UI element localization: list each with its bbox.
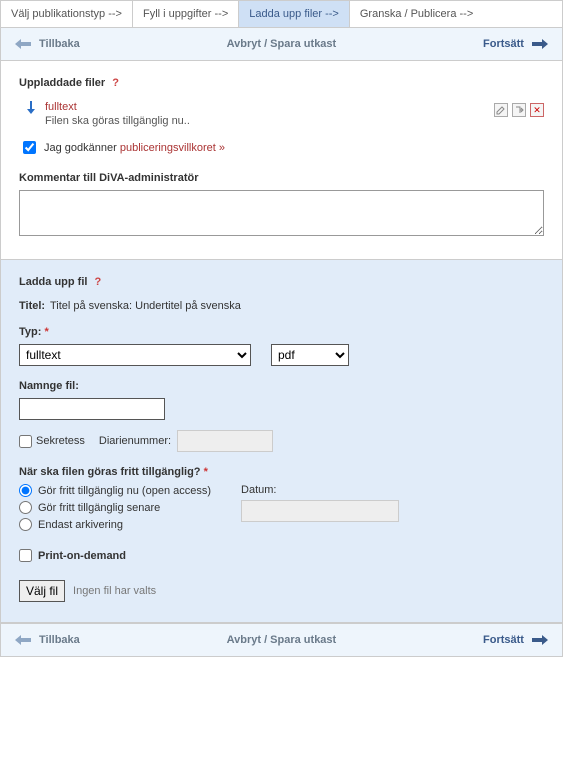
- publishing-terms-link[interactable]: publiceringsvillkoret: [120, 142, 216, 154]
- uploaded-file-row: fulltext Filen ska göras tillgänglig nu.…: [25, 101, 544, 127]
- file-name-link[interactable]: fulltext: [45, 101, 190, 113]
- arrow-right-icon: [532, 635, 548, 645]
- help-icon[interactable]: ?: [95, 276, 102, 288]
- edit-icon[interactable]: [494, 103, 508, 117]
- print-on-demand-label: Print-on-demand: [38, 550, 126, 562]
- back-label-bottom: Tillbaka: [39, 634, 80, 646]
- avail-archive-radio[interactable]: [19, 518, 32, 531]
- avail-later-radio[interactable]: [19, 501, 32, 514]
- back-button-bottom[interactable]: Tillbaka: [15, 634, 80, 646]
- wizard-tabs: Välj publikationstyp --> Fyll i uppgifte…: [1, 1, 562, 28]
- upload-form-panel: Ladda upp fil ? Titel: Titel på svenska:…: [1, 260, 562, 623]
- agree-text: Jag godkänner: [44, 142, 120, 154]
- filename-input[interactable]: [19, 398, 165, 420]
- cancel-save-draft-bottom[interactable]: Avbryt / Spara utkast: [227, 634, 337, 646]
- help-icon[interactable]: ?: [112, 77, 119, 89]
- no-file-chosen-text: Ingen fil har valts: [71, 585, 156, 597]
- comment-label: Kommentar till DiVA-administratör: [19, 172, 544, 184]
- uploaded-files-panel: Uppladdade filer ? fulltext Filen ska gö…: [1, 61, 562, 260]
- title-label: Titel:: [19, 300, 45, 312]
- continue-button[interactable]: Fortsätt: [483, 38, 548, 50]
- required-marker: *: [44, 326, 48, 338]
- continue-button-bottom[interactable]: Fortsätt: [483, 634, 548, 646]
- choose-file-button[interactable]: Välj fil: [19, 580, 65, 602]
- print-on-demand-checkbox[interactable]: [19, 549, 32, 562]
- sekretess-checkbox[interactable]: [19, 435, 32, 448]
- uploaded-files-heading: Uppladdade filer: [19, 77, 105, 89]
- type-label: Typ:: [19, 326, 41, 338]
- sekretess-label: Sekretess: [36, 435, 85, 447]
- required-marker: *: [204, 466, 208, 478]
- agree-checkbox[interactable]: [23, 141, 36, 154]
- availability-label: När ska filen göras fritt tillgänglig?: [19, 466, 201, 478]
- date-input[interactable]: [241, 500, 399, 522]
- continue-label: Fortsätt: [483, 38, 524, 50]
- avail-now-label: Gör fritt tillgänglig nu (open access): [38, 485, 211, 497]
- comment-textarea[interactable]: [19, 190, 544, 236]
- avail-archive-label: Endast arkivering: [38, 519, 123, 531]
- upload-file-heading: Ladda upp fil: [19, 276, 87, 288]
- file-status-text: Filen ska göras tillgänglig nu..: [45, 115, 190, 127]
- filename-label: Namnge fil:: [19, 380, 544, 392]
- avail-later-label: Gör fritt tillgänglig senare: [38, 502, 160, 514]
- navbar-bottom: Tillbaka Avbryt / Spara utkast Fortsätt: [1, 623, 562, 656]
- cancel-save-draft[interactable]: Avbryt / Spara utkast: [227, 38, 337, 50]
- diarienummer-label: Diarienummer:: [99, 435, 171, 447]
- back-label: Tillbaka: [39, 38, 80, 50]
- avail-now-radio[interactable]: [19, 484, 32, 497]
- date-label: Datum:: [241, 484, 399, 496]
- back-button[interactable]: Tillbaka: [15, 38, 80, 50]
- arrow-left-icon: [15, 39, 31, 49]
- continue-label-bottom: Fortsätt: [483, 634, 524, 646]
- diarienummer-input[interactable]: [177, 430, 273, 452]
- tab-upload-files[interactable]: Ladda upp filer -->: [239, 1, 350, 27]
- raquo-icon: »: [216, 142, 225, 154]
- move-icon[interactable]: [512, 103, 526, 117]
- delete-icon[interactable]: ✕: [530, 103, 544, 117]
- type-select[interactable]: fulltext: [19, 344, 251, 366]
- tab-fill-details[interactable]: Fyll i uppgifter -->: [133, 1, 239, 27]
- download-icon: [25, 101, 37, 118]
- title-value: Titel på svenska: Undertitel på svenska: [50, 300, 241, 312]
- arrow-left-icon: [15, 635, 31, 645]
- tab-publication-type[interactable]: Välj publikationstyp -->: [1, 1, 133, 27]
- format-select[interactable]: pdf: [271, 344, 349, 366]
- arrow-right-icon: [532, 39, 548, 49]
- navbar-top: Tillbaka Avbryt / Spara utkast Fortsätt: [1, 28, 562, 61]
- tab-review-publish[interactable]: Granska / Publicera -->: [350, 1, 562, 27]
